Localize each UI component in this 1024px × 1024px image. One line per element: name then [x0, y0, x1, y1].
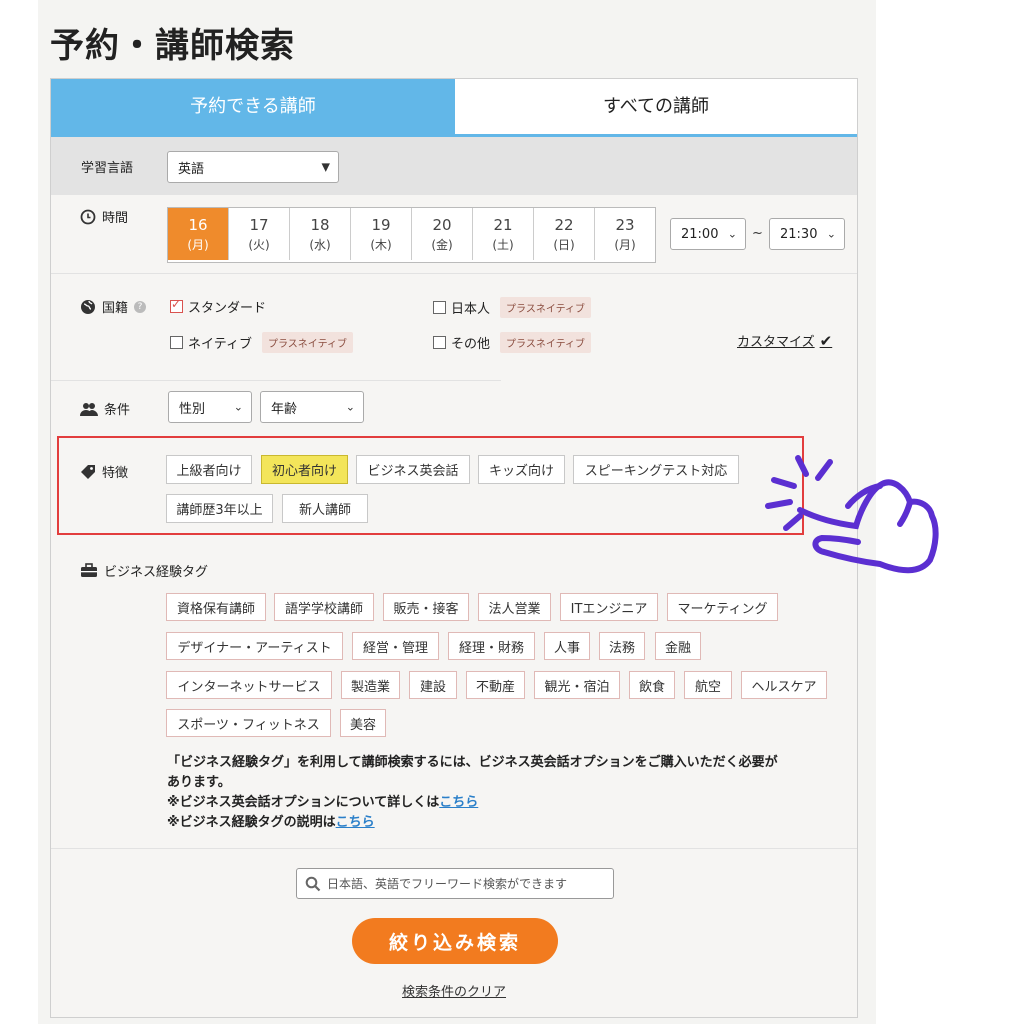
- nationality-label-group: 国籍 ?: [80, 297, 147, 316]
- date-17[interactable]: 17 (火): [229, 208, 290, 260]
- date-18[interactable]: 18 (水): [290, 208, 351, 260]
- search-icon: [305, 876, 321, 891]
- option-label: 日本人: [451, 302, 491, 317]
- chevron-down-icon: ▼: [321, 160, 330, 174]
- business-tag[interactable]: ヘルスケア: [741, 671, 827, 699]
- nationality-native-option[interactable]: ネイティブ プラスネイティブ: [170, 332, 353, 353]
- clock-icon: [80, 209, 96, 224]
- nationality-label: 国籍: [102, 301, 129, 316]
- users-icon: [80, 402, 98, 416]
- business-tag[interactable]: 金融: [655, 632, 701, 660]
- checkbox[interactable]: [170, 336, 183, 349]
- business-tag[interactable]: 経理・財務: [448, 632, 535, 660]
- date-16[interactable]: 16 (月): [168, 208, 229, 260]
- business-tag[interactable]: ITエンジニア: [560, 593, 658, 621]
- business-tag[interactable]: 資格保有講師: [166, 593, 266, 621]
- time-from-value: 21:00: [681, 226, 719, 242]
- business-tag[interactable]: 観光・宿泊: [534, 671, 620, 699]
- language-row: 学習言語 英語 ▼: [51, 137, 857, 195]
- nationality-standard-option[interactable]: スタンダード: [170, 297, 266, 316]
- pointing-hand-icon: [765, 455, 939, 574]
- business-note-line1: 「ビジネス経験タグ」を利用して講師検索するには、ビジネス英会話オプションをご購入…: [167, 755, 778, 770]
- clear-conditions-link[interactable]: 検索条件のクリア: [402, 981, 506, 1000]
- plus-native-badge: プラスネイティブ: [500, 297, 592, 318]
- business-tag-link[interactable]: こちら: [336, 815, 375, 830]
- nationality-other-option[interactable]: その他 プラスネイティブ: [433, 332, 592, 353]
- time-from-select[interactable]: 21:00 ⌄: [670, 218, 746, 250]
- time-to-value: 21:30: [780, 226, 818, 242]
- business-note-line2: あります。: [167, 775, 231, 790]
- gender-value: 性別: [179, 401, 206, 417]
- plus-native-badge: プラスネイティブ: [500, 332, 592, 353]
- business-tag[interactable]: デザイナー・アーティスト: [166, 632, 343, 660]
- date-19[interactable]: 19 (木): [351, 208, 412, 260]
- time-label: 時間: [102, 211, 129, 226]
- business-tag[interactable]: 製造業: [341, 671, 400, 699]
- check-icon: ✔: [819, 331, 833, 350]
- business-tag[interactable]: 航空: [684, 671, 732, 699]
- tab-bar: 予約できる講師 すべての講師: [51, 79, 857, 137]
- business-tag[interactable]: 販売・接客: [383, 593, 469, 621]
- age-value: 年齢: [271, 401, 298, 417]
- date-23[interactable]: 23 (月): [595, 208, 655, 260]
- business-tag-note: ※ビジネス経験タグの説明はこちら: [167, 815, 375, 830]
- option-label: スタンダード: [188, 301, 267, 316]
- business-tag[interactable]: スポーツ・フィットネス: [166, 709, 331, 737]
- date-22[interactable]: 22 (日): [534, 208, 595, 260]
- tab-reservable-teachers[interactable]: 予約できる講師: [51, 79, 455, 137]
- business-tag[interactable]: 美容: [340, 709, 386, 737]
- business-tag[interactable]: 建設: [409, 671, 457, 699]
- business-tag[interactable]: 飲食: [629, 671, 675, 699]
- checkbox[interactable]: [433, 301, 446, 314]
- language-value: 英語: [178, 161, 205, 177]
- business-label-group: ビジネス経験タグ: [80, 561, 208, 580]
- gender-select[interactable]: 性別 ⌄: [168, 391, 252, 423]
- help-icon[interactable]: ?: [134, 300, 147, 313]
- tab-all-teachers[interactable]: すべての講師: [455, 79, 857, 137]
- language-label: 学習言語: [81, 161, 134, 176]
- date-21[interactable]: 21 (土): [473, 208, 534, 260]
- business-option-link[interactable]: こちら: [439, 795, 478, 810]
- business-label: ビジネス経験タグ: [104, 565, 209, 580]
- business-tag[interactable]: 人事: [544, 632, 590, 660]
- business-option-note: ※ビジネス英会話オプションについて詳しくはこちら: [167, 795, 479, 810]
- chevron-down-icon: ⌄: [233, 400, 243, 414]
- chevron-down-icon: ⌄: [345, 400, 355, 414]
- time-label-group: 時間: [80, 207, 128, 226]
- globe-icon: [81, 299, 95, 314]
- age-select[interactable]: 年齢 ⌄: [260, 391, 364, 423]
- business-tag[interactable]: マーケティング: [667, 593, 778, 621]
- divider: [51, 848, 857, 849]
- business-tag[interactable]: インターネットサービス: [166, 671, 332, 699]
- divider: [51, 273, 857, 274]
- option-label: ネイティブ: [188, 337, 252, 352]
- filter-search-button[interactable]: 絞り込み検索: [352, 918, 558, 964]
- checkbox-checked[interactable]: [170, 297, 183, 313]
- option-label: その他: [451, 337, 491, 352]
- divider: [51, 380, 501, 381]
- time-separator: ~: [752, 226, 763, 241]
- conditions-label-group: 条件: [80, 399, 130, 418]
- time-to-select[interactable]: 21:30 ⌄: [769, 218, 845, 250]
- date-selector: 16 (月) 17 (火) 18 (水) 19 (木) 20 (金) 21 (土) 22 (日…: [167, 207, 656, 263]
- business-tag[interactable]: 経営・管理: [352, 632, 439, 660]
- annotation-highlight-box: [57, 436, 804, 535]
- customize-link[interactable]: カスタマイズ ✔: [737, 331, 833, 351]
- date-20[interactable]: 20 (金): [412, 208, 473, 260]
- nationality-japanese-option[interactable]: 日本人 プラスネイティブ: [433, 297, 592, 318]
- briefcase-icon: [81, 563, 97, 577]
- conditions-label: 条件: [104, 403, 131, 418]
- language-select[interactable]: 英語 ▼: [167, 151, 339, 183]
- business-tag[interactable]: 法務: [599, 632, 645, 660]
- search-input[interactable]: 日本語、英語でフリーワード検索ができます: [296, 868, 614, 899]
- plus-native-badge: プラスネイティブ: [261, 332, 353, 353]
- chevron-down-icon: ⌄: [826, 227, 836, 241]
- business-tag[interactable]: 不動産: [466, 671, 525, 699]
- checkbox[interactable]: [433, 336, 446, 349]
- page-title: 予約・講師検索: [50, 26, 295, 66]
- business-tag[interactable]: 法人営業: [478, 593, 551, 621]
- search-placeholder: 日本語、英語でフリーワード検索ができます: [327, 877, 568, 891]
- business-tag[interactable]: 語学学校講師: [274, 593, 374, 621]
- chevron-down-icon: ⌄: [727, 227, 737, 241]
